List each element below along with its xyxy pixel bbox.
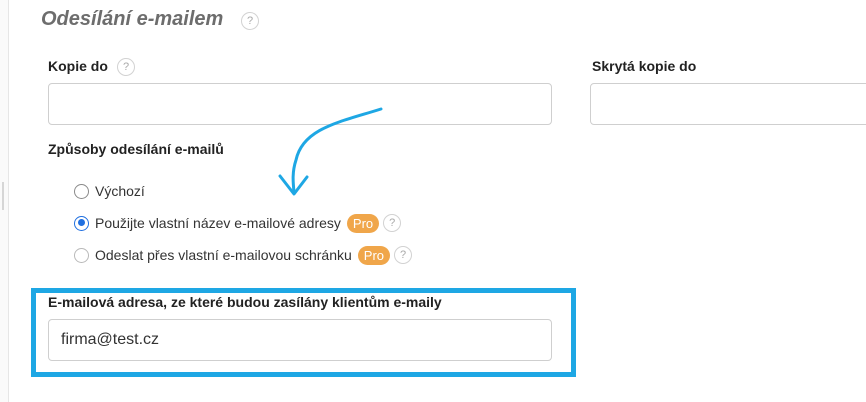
help-icon[interactable]: ? xyxy=(383,214,402,232)
help-icon[interactable]: ? xyxy=(117,58,135,76)
help-icon[interactable]: ? xyxy=(394,246,413,264)
radio-option-label: Použijte vlastní název e-mailové adresy xyxy=(95,215,341,231)
radio-icon[interactable] xyxy=(74,247,89,263)
sending-methods-label: Způsoby odesílání e-mailů xyxy=(48,141,224,157)
radio-icon[interactable] xyxy=(74,183,89,199)
section-title: Odesílání e-mailem xyxy=(41,8,224,30)
bcc-input[interactable] xyxy=(590,83,866,125)
pro-badge: Pro xyxy=(357,245,391,265)
pro-badge: Pro xyxy=(346,213,380,233)
help-icon[interactable]: ? xyxy=(241,12,259,30)
sender-email-label: E-mailová adresa, ze které budou zasílán… xyxy=(48,294,442,310)
radio-option-label: Výchozí xyxy=(95,183,145,199)
radio-option-custom-mailbox[interactable]: Odeslat přes vlastní e-mailovou schránku… xyxy=(74,244,413,266)
copy-to-input[interactable] xyxy=(48,83,552,125)
radio-icon[interactable] xyxy=(74,215,89,231)
sidebar-resize-handle[interactable] xyxy=(2,182,4,210)
radio-option-label: Odeslat přes vlastní e-mailovou schránku xyxy=(95,247,352,263)
sender-email-input[interactable] xyxy=(48,319,552,361)
radio-option-default[interactable]: Výchozí xyxy=(74,180,145,202)
bcc-label: Skrytá kopie do xyxy=(592,58,697,74)
radio-option-custom-address-name[interactable]: Použijte vlastní název e-mailové adresy … xyxy=(74,212,402,234)
copy-to-label: Kopie do xyxy=(48,58,108,74)
